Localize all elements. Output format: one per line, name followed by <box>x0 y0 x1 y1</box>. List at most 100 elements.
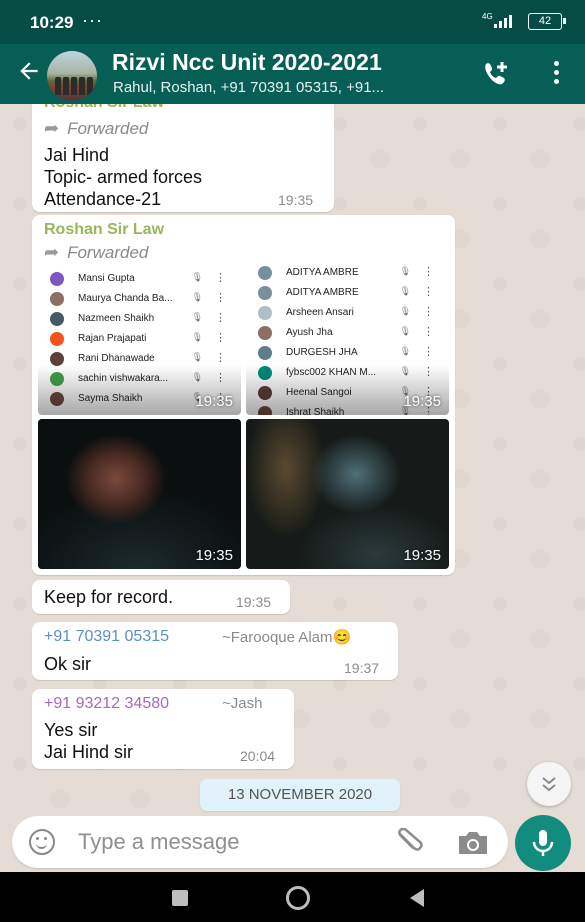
message-line: Yes sir <box>44 720 98 740</box>
message-composer[interactable] <box>12 816 508 868</box>
media-time: 19:35 <box>403 547 441 564</box>
muted-mic-icon: 🎙 <box>399 346 411 356</box>
double-chevron-down-icon <box>542 777 556 792</box>
muted-mic-icon: 🎙 <box>399 326 411 336</box>
sender-alias: ~Jash <box>222 695 263 712</box>
contact-name: DURGESH JHA <box>286 347 358 358</box>
contact-avatar <box>258 346 272 360</box>
voice-record-button[interactable] <box>515 815 571 871</box>
media-thumbnail-4[interactable]: 19:35 <box>246 419 449 569</box>
forwarded-label: ➦ Forwarded <box>44 242 149 262</box>
muted-mic-icon: 🎙 <box>399 306 411 316</box>
muted-mic-icon: 🎙 <box>191 352 203 362</box>
contact-menu-icon: ⋮ <box>423 266 434 278</box>
sender-phone[interactable]: +91 93212 34580 <box>44 695 169 713</box>
muted-mic-icon: 🎙 <box>191 312 203 322</box>
media-time: 19:35 <box>195 547 233 564</box>
media-thumbnail-2[interactable]: ADITYA AMBRE 🎙 ⋮ ADITYA AMBRE 🎙 ⋮ Arsheen Ansa… <box>246 265 449 415</box>
contact-row: Nazmeen Shaikh 🎙 ⋮ <box>38 309 241 329</box>
muted-mic-icon: 🎙 <box>191 332 203 342</box>
contact-name: Rani Dhanawade <box>78 353 155 364</box>
sender-alias: ~Farooque Alam😊 <box>222 629 352 646</box>
message-line: Topic- armed forces <box>44 167 203 187</box>
camera-icon[interactable] <box>456 830 490 856</box>
contact-name: Arsheen Ansari <box>286 307 354 318</box>
paperclip-icon[interactable] <box>392 827 424 856</box>
muted-mic-icon: 🎙 <box>191 292 203 302</box>
contact-name: Maurya Chanda Ba... <box>78 293 173 304</box>
message-time: 19:35 <box>278 192 314 208</box>
group-name[interactable]: Rizvi Ncc Unit 2020-2021 <box>112 49 382 76</box>
status-bar: 10:29 ··· 4G 42 <box>0 0 585 44</box>
contact-menu-icon: ⋮ <box>423 306 434 318</box>
more-options-icon[interactable] <box>552 61 560 87</box>
contact-row: Rajan Prajapati 🎙 ⋮ <box>38 329 241 349</box>
recent-apps-button[interactable] <box>172 890 188 906</box>
forward-icon: ➦ <box>44 242 60 262</box>
message-bubble-3[interactable]: Keep for record. 19:35 <box>32 580 290 614</box>
contact-avatar <box>50 352 64 366</box>
contact-menu-icon: ⋮ <box>215 332 226 344</box>
media-time: 19:35 <box>403 393 441 410</box>
muted-mic-icon: 🎙 <box>399 266 411 276</box>
message-text: Ok sir <box>44 654 91 674</box>
media-message-bubble[interactable]: Roshan Sir Law ➦ Forwarded Mansi Gupta 🎙 ⋮ M… <box>32 215 455 575</box>
microphone-icon <box>532 830 554 856</box>
forward-icon: ➦ <box>44 118 60 138</box>
contact-name: ADITYA AMBRE <box>286 287 359 298</box>
contact-name: Mansi Gupta <box>78 273 135 284</box>
contact-avatar <box>50 272 64 286</box>
contact-menu-icon: ⋮ <box>423 286 434 298</box>
forwarded-label: ➦ Forwarded <box>44 118 149 138</box>
signal-icon <box>494 14 516 28</box>
contact-row: Maurya Chanda Ba... 🎙 ⋮ <box>38 289 241 309</box>
emoji-icon[interactable] <box>29 829 55 855</box>
sender-name: Roshan Sir Law <box>44 221 165 238</box>
date-separator: 13 NOVEMBER 2020 <box>200 779 400 811</box>
contact-menu-icon: ⋮ <box>423 346 434 358</box>
media-thumbnail-1[interactable]: Mansi Gupta 🎙 ⋮ Maurya Chanda Ba... 🎙 ⋮ Nazmee… <box>38 265 241 415</box>
chat-area[interactable]: Roshan Sir Law ➦Forwarded Jai Hind Topic… <box>0 104 585 814</box>
system-navigation-bar <box>0 872 585 922</box>
contact-row: Ayush Jha 🎙 ⋮ <box>246 323 449 343</box>
back-arrow-icon[interactable] <box>16 58 42 88</box>
contact-menu-icon: ⋮ <box>215 312 226 324</box>
contact-row: ADITYA AMBRE 🎙 ⋮ <box>246 283 449 303</box>
message-time: 19:37 <box>344 660 380 676</box>
message-text: Keep for record. <box>44 587 174 607</box>
contact-menu-icon: ⋮ <box>215 292 226 304</box>
group-avatar[interactable] <box>47 51 97 101</box>
contact-name: Nazmeen Shaikh <box>78 313 155 324</box>
message-input[interactable] <box>78 828 368 856</box>
contact-avatar <box>50 312 64 326</box>
back-button[interactable] <box>410 889 424 907</box>
home-button[interactable] <box>286 886 310 910</box>
group-members[interactable]: Rahul, Roshan, +91 70391 05315, +91... <box>113 79 384 96</box>
contact-row: Arsheen Ansari 🎙 ⋮ <box>246 303 449 323</box>
message-line: Attendance-21 <box>44 189 162 209</box>
contact-name: ADITYA AMBRE <box>286 267 359 278</box>
chat-header[interactable]: Rizvi Ncc Unit 2020-2021 Rahul, Roshan, … <box>0 44 585 104</box>
contact-menu-icon: ⋮ <box>215 272 226 284</box>
contact-row: Mansi Gupta 🎙 ⋮ <box>38 269 241 289</box>
sender-phone[interactable]: +91 70391 05315 <box>44 628 169 646</box>
message-time: 20:04 <box>240 748 276 764</box>
add-call-icon[interactable] <box>480 60 512 88</box>
message-time: 19:35 <box>236 594 272 610</box>
message-line: Jai Hind sir <box>44 742 134 762</box>
contact-menu-icon: ⋮ <box>423 326 434 338</box>
status-time: 10:29 <box>30 13 74 32</box>
battery-level: 42 <box>538 15 552 27</box>
muted-mic-icon: 🎙 <box>191 272 203 282</box>
message-bubble-4[interactable]: +91 70391 05315 ~Farooque Alam😊 Ok sir 1… <box>32 622 398 680</box>
muted-mic-icon: 🎙 <box>399 286 411 296</box>
media-thumbnail-3[interactable]: 19:35 <box>38 419 241 569</box>
contact-avatar <box>258 306 272 320</box>
contact-avatar <box>258 326 272 340</box>
contact-avatar <box>258 266 272 280</box>
scroll-to-bottom-button[interactable] <box>527 762 571 806</box>
message-bubble-1[interactable]: Roshan Sir Law ➦Forwarded Jai Hind Topic… <box>32 104 334 212</box>
message-line: Jai Hind <box>44 145 110 165</box>
contact-avatar <box>258 286 272 300</box>
message-bubble-5[interactable]: +91 93212 34580 ~Jash Yes sir Jai Hind s… <box>32 689 294 769</box>
